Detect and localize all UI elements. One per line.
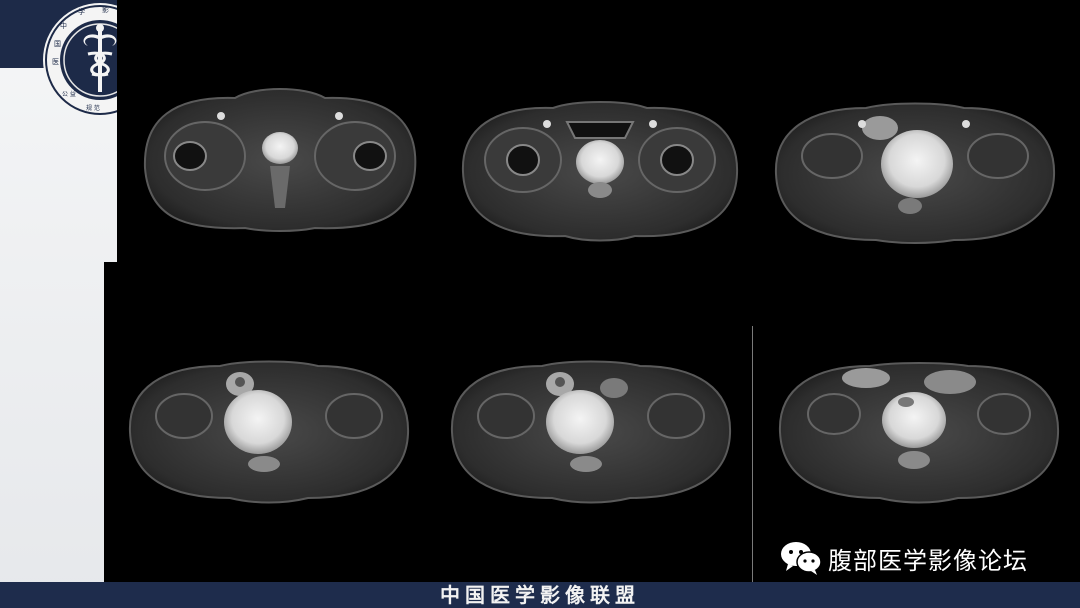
svg-text:中: 中 (60, 21, 67, 30)
svg-text:公 益: 公 益 (62, 90, 76, 98)
mri-slice-4 (128, 360, 410, 504)
panel-divider-line (752, 326, 753, 582)
mri-slice-6 (778, 362, 1060, 504)
svg-text:学: 学 (78, 7, 85, 16)
svg-text:医: 医 (52, 58, 59, 66)
wechat-icon (781, 542, 822, 575)
mri-slice-5 (450, 360, 732, 504)
footer-title: 中国医学影像联盟 (440, 583, 640, 607)
mri-slice-1 (143, 88, 417, 232)
svg-text:规 范: 规 范 (86, 104, 100, 112)
watermark-text: 腹部医学影像论坛 (828, 546, 1028, 575)
mri-slice-3 (774, 102, 1056, 244)
svg-text:国: 国 (54, 40, 61, 48)
wechat-watermark: 腹部医学影像论坛 (780, 538, 1070, 578)
svg-text:影: 影 (102, 5, 109, 14)
mri-panel-bottom-row (104, 262, 1080, 582)
mri-slice-2 (461, 101, 739, 242)
medical-caduceus-seal-icon: 中 国 医 学 影 公 益 规 范 (43, 3, 124, 117)
mri-panel-top-row (117, 0, 1080, 262)
